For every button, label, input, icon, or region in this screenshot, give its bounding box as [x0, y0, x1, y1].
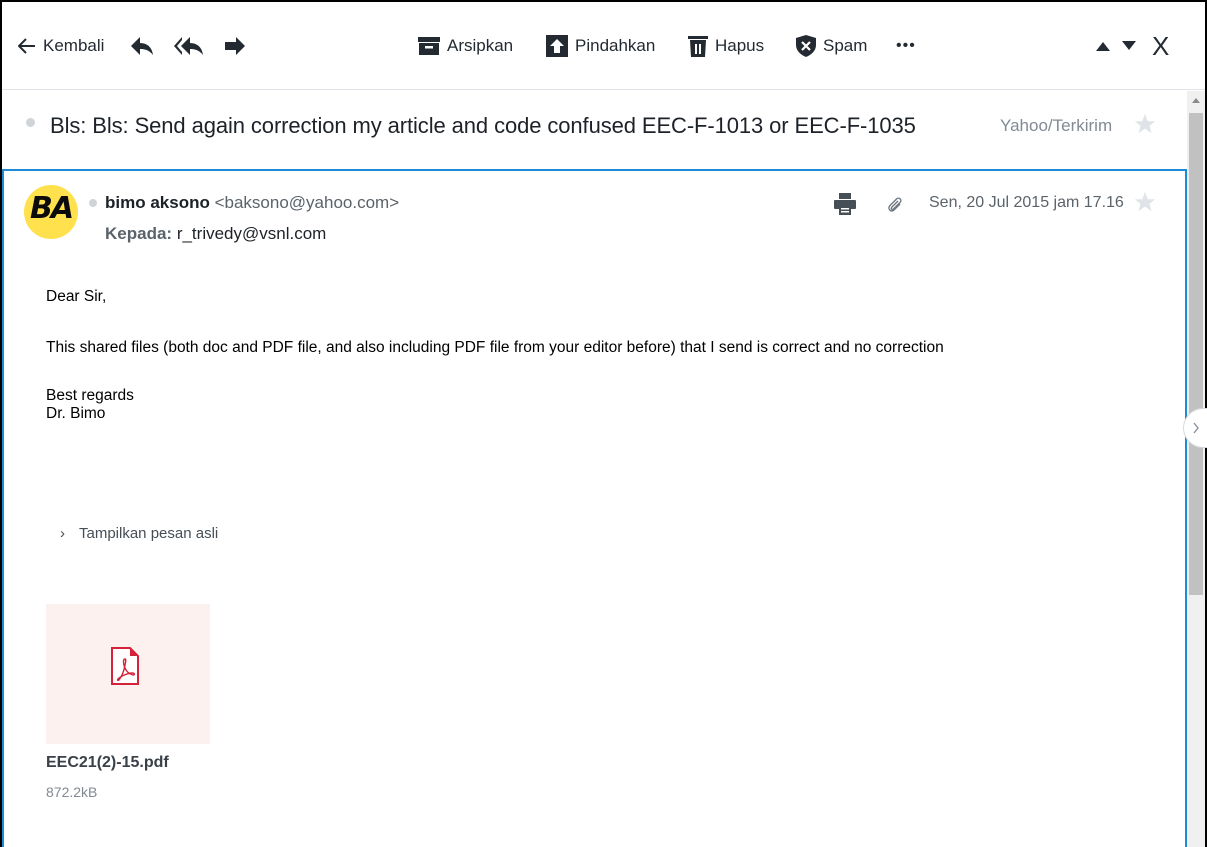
archive-button[interactable]: Arsipkan: [418, 30, 513, 62]
move-icon: [546, 35, 568, 57]
show-original-label: Tampilkan pesan asli: [79, 525, 219, 542]
back-button[interactable]: Kembali: [18, 30, 104, 62]
avatar: BA: [24, 185, 78, 239]
vertical-scrollbar[interactable]: [1187, 91, 1205, 847]
attachment-size: 872.2kB: [46, 784, 98, 800]
caret-up-icon: [1096, 42, 1110, 51]
body-greeting: Dear Sir,: [46, 288, 107, 305]
more-icon: •••: [896, 37, 916, 54]
star-icon[interactable]: [1134, 113, 1156, 135]
reply-button[interactable]: [130, 30, 154, 62]
scrollbar-thumb[interactable]: [1189, 113, 1203, 595]
attachment-preview[interactable]: [46, 604, 210, 744]
arrow-left-icon: [18, 38, 35, 54]
reply-all-button[interactable]: [174, 30, 204, 62]
side-panel-handle[interactable]: [1183, 408, 1207, 448]
avatar-initials: BA: [29, 191, 74, 226]
previous-message-button[interactable]: [1096, 30, 1110, 62]
caret-down-icon: [1122, 41, 1136, 50]
body-paragraph: This shared files (both doc and PDF file…: [46, 339, 944, 356]
archive-label: Arsipkan: [447, 36, 514, 55]
message-date: Sen, 20 Jul 2015 jam 17.16: [929, 194, 1124, 211]
spam-button[interactable]: Spam: [796, 30, 867, 62]
body-closing: Best regards: [46, 387, 134, 404]
trash-icon: [688, 36, 708, 57]
reply-icon: [131, 37, 153, 55]
chevron-right-icon: ›: [60, 525, 65, 542]
spam-shield-icon: [796, 35, 816, 57]
body-signature: Dr. Bimo: [46, 405, 106, 422]
message-toolbar: Kembali Arsipkan Pindahkan Hapus Spam ••…: [2, 2, 1205, 90]
close-icon: X: [1152, 30, 1170, 61]
delete-label: Hapus: [715, 36, 765, 55]
forward-button[interactable]: [224, 30, 246, 62]
recipient-line: Kepada: r_trivedy@vsnl.com: [105, 224, 326, 244]
print-icon[interactable]: [834, 193, 856, 215]
pdf-file-icon: [111, 647, 139, 685]
sender-line: bimo aksono <baksono@yahoo.com>: [105, 193, 399, 213]
unread-dot: [26, 118, 35, 127]
archive-icon: [418, 37, 440, 55]
to-address[interactable]: r_trivedy@vsnl.com: [177, 224, 327, 243]
reply-all-icon: [174, 37, 203, 55]
folder-label[interactable]: Yahoo/Terkirim: [1000, 116, 1112, 136]
spam-label: Spam: [823, 36, 868, 55]
star-icon[interactable]: [1134, 191, 1156, 213]
sender-status-dot: [89, 199, 97, 207]
message-subject: Bls: Bls: Send again correction my artic…: [50, 113, 916, 138]
scroll-up-arrow-icon[interactable]: [1187, 91, 1205, 111]
delete-button[interactable]: Hapus: [688, 30, 764, 62]
move-button[interactable]: Pindahkan: [546, 30, 655, 62]
to-label: Kepada:: [105, 224, 173, 243]
sender-name[interactable]: bimo aksono: [105, 193, 210, 212]
move-label: Pindahkan: [575, 36, 656, 55]
paperclip-icon[interactable]: [887, 195, 903, 215]
chevron-right-icon: [1193, 422, 1199, 434]
back-label: Kembali: [43, 36, 105, 55]
show-original-toggle[interactable]: › Tampilkan pesan asli: [60, 525, 218, 542]
more-button[interactable]: •••: [896, 30, 916, 62]
sender-email[interactable]: <baksono@yahoo.com>: [215, 193, 400, 212]
next-message-button[interactable]: [1122, 30, 1136, 62]
close-button[interactable]: X: [1152, 30, 1169, 62]
subject-header: Bls: Bls: Send again correction my artic…: [2, 91, 1185, 169]
attachment-name[interactable]: EEC21(2)-15.pdf: [46, 754, 169, 772]
forward-icon: [225, 37, 245, 55]
message-card: BA bimo aksono <baksono@yahoo.com> Kepad…: [2, 169, 1187, 847]
